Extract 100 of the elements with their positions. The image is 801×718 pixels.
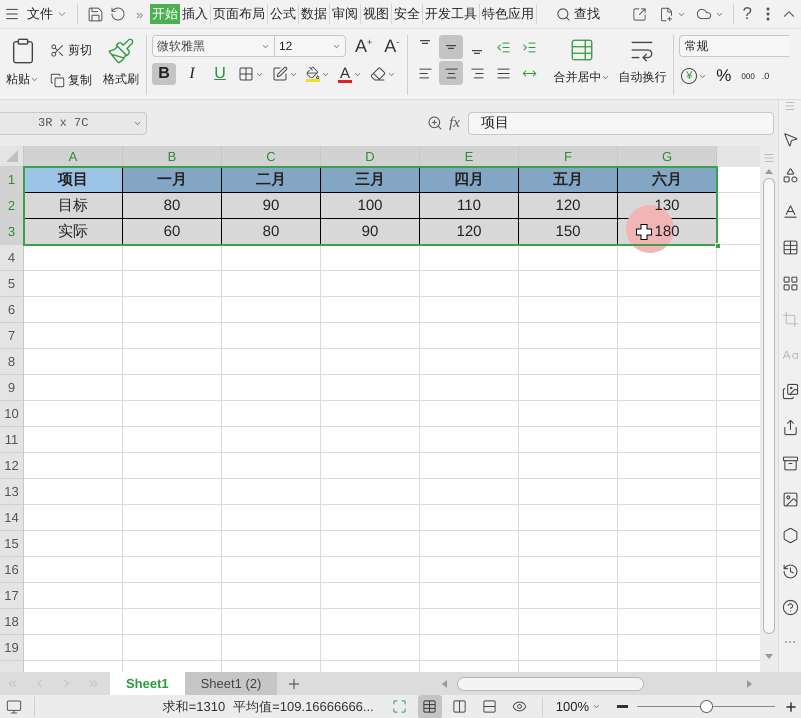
- ribbon-tab[interactable]: 公式: [268, 4, 300, 24]
- decimal-button[interactable]: .0: [762, 65, 770, 87]
- eye-protection-icon: [512, 699, 528, 714]
- menu-icon: [4, 6, 20, 22]
- ribbon-tab[interactable]: 特色应用: [480, 4, 538, 24]
- ribbon-tab[interactable]: 视图: [361, 4, 392, 24]
- number-format-field[interactable]: 常规: [680, 36, 788, 56]
- zoom-dropdown[interactable]: 100%: [552, 696, 604, 718]
- grow-font-button[interactable]: A$^{+}$: [352, 36, 376, 56]
- ribbon-tab[interactable]: 安全: [392, 4, 424, 24]
- copy-icon: [50, 72, 65, 88]
- table-cell: 项目: [24, 167, 123, 193]
- grid-view-button[interactable]: [418, 694, 442, 718]
- file-menu[interactable]: 文件: [24, 3, 71, 25]
- text-style-icon: [782, 203, 798, 220]
- copy-button[interactable]: 复制: [47, 69, 95, 91]
- paste-button[interactable]: 粘贴: [4, 35, 41, 90]
- save-icon: [87, 6, 104, 22]
- ribbon-tab[interactable]: 开发工具: [423, 4, 480, 24]
- formula-field[interactable]: 项目: [468, 112, 774, 134]
- fx-label: fx: [449, 114, 460, 132]
- table-icon: [782, 239, 798, 256]
- indent-icon: [522, 40, 537, 54]
- slider-thumb[interactable]: [700, 700, 713, 713]
- corner-triangle-icon: [6, 150, 18, 162]
- row-header[interactable]: 6: [0, 297, 24, 323]
- underline-button[interactable]: U: [208, 63, 232, 85]
- row-header[interactable]: 15: [0, 531, 24, 557]
- row-header[interactable]: 16: [0, 557, 24, 583]
- undo-icon: [110, 6, 126, 22]
- vertical-align-icon: [446, 45, 456, 49]
- italic-button[interactable]: I: [180, 63, 204, 85]
- text-align-button[interactable]: [439, 61, 464, 85]
- row-header[interactable]: 8: [0, 349, 24, 375]
- row-header[interactable]: 10: [0, 401, 24, 427]
- row-header[interactable]: 11: [0, 427, 24, 453]
- row-header[interactable]: 14: [0, 505, 24, 531]
- bold-button[interactable]: B: [152, 63, 176, 85]
- caret-icon: [592, 702, 601, 711]
- table-cell: 80: [123, 193, 222, 219]
- merge-icon: [568, 37, 595, 63]
- vertical-align-button[interactable]: [439, 35, 464, 59]
- row-header[interactable]: 19: [0, 635, 24, 661]
- split-view-icon: [482, 699, 498, 714]
- plus-icon: [784, 700, 798, 714]
- minus-icon: [617, 705, 628, 708]
- table-cell: 60: [123, 219, 222, 245]
- cloud-icon: [696, 6, 712, 22]
- row-header[interactable]: 17: [0, 583, 24, 609]
- row-header[interactable]: 18: [0, 609, 24, 635]
- format-painter-button[interactable]: 格式刷: [101, 35, 141, 90]
- search-button[interactable]: 查找: [553, 3, 604, 25]
- sheet-tab[interactable]: Sheet1: [110, 672, 185, 695]
- ribbon-tab[interactable]: 审阅: [330, 4, 362, 24]
- table-cell: 90: [222, 193, 321, 219]
- cut-button[interactable]: 剪切: [47, 39, 95, 61]
- name-box[interactable]: 3R x 7C: [0, 112, 147, 134]
- shapes-icon: [782, 167, 798, 184]
- zoom-icon: [427, 115, 444, 131]
- ribbon-tab[interactable]: 页面布局: [211, 4, 268, 24]
- table-cell: 100: [321, 193, 420, 219]
- brush-icon: [107, 37, 135, 65]
- pen-icon: [272, 66, 288, 82]
- images-icon: [782, 383, 798, 400]
- grip-icon: [763, 152, 775, 164]
- monitor-icon: [6, 698, 22, 714]
- more-button[interactable]: »: [133, 3, 146, 25]
- page-layout-icon: [452, 699, 468, 714]
- help-button[interactable]: ?: [740, 3, 755, 25]
- more-icon: [766, 7, 770, 21]
- row-header[interactable]: 5: [0, 271, 24, 297]
- vertical-align-icon: [420, 40, 430, 44]
- font-color-button[interactable]: A: [336, 66, 364, 82]
- ribbon-tab[interactable]: 数据: [299, 4, 330, 24]
- ribbon-tab[interactable]: 插入: [180, 4, 212, 24]
- thousands-button[interactable]: 000: [738, 65, 758, 87]
- row-header[interactable]: 13: [0, 479, 24, 505]
- row-header[interactable]: 9: [0, 375, 24, 401]
- scrollbar-thumb[interactable]: [457, 676, 644, 690]
- shrink-font-button[interactable]: A$^{-}$: [381, 36, 402, 56]
- caret-icon: [601, 73, 610, 82]
- table-cell: 150: [519, 219, 618, 245]
- search-icon: [556, 6, 572, 22]
- row-header[interactable]: 7: [0, 323, 24, 349]
- indent-icon: [496, 40, 511, 54]
- sheet-tab[interactable]: Sheet1 (2): [184, 672, 278, 695]
- borders-icon: [238, 66, 254, 82]
- table-cell: 实际: [24, 219, 123, 245]
- cursor-icon: [636, 224, 652, 240]
- row-header[interactable]: 12: [0, 453, 24, 479]
- scrollbar-thumb[interactable]: [763, 178, 775, 634]
- pointer-icon: [782, 131, 798, 148]
- grid-icon: [782, 275, 798, 292]
- table-cell: 五月: [519, 167, 618, 193]
- archive-icon: [782, 455, 798, 472]
- fullscreen-icon: [392, 699, 408, 714]
- row-header[interactable]: 4: [0, 245, 24, 271]
- wrap-text-button[interactable]: 自动换行: [616, 35, 668, 88]
- merge-center-button[interactable]: 合并居中: [551, 35, 612, 88]
- percent-button[interactable]: %: [713, 65, 734, 87]
